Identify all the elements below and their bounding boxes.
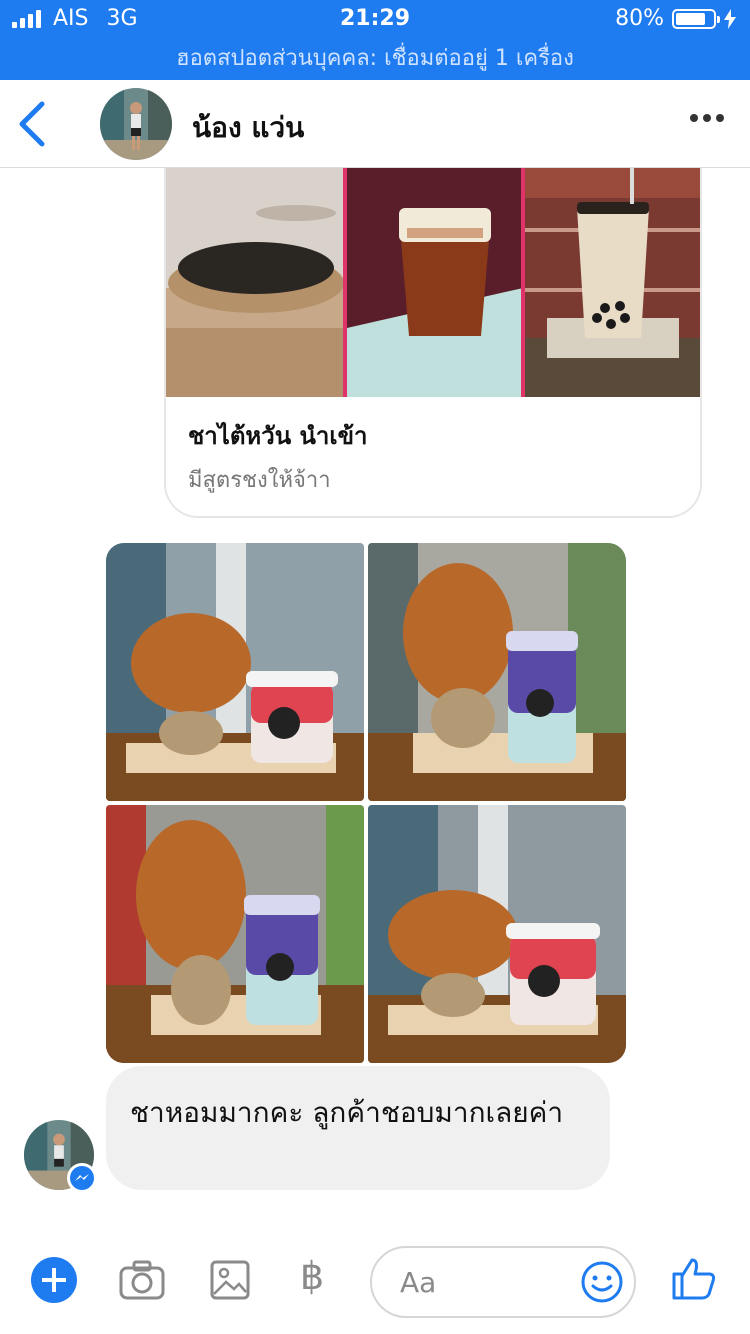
shared-post-card[interactable]: ชาไต้หวัน นำเข้า มีสูตรชงให้จ้าา (164, 168, 702, 518)
baht-icon: ฿ (300, 1254, 325, 1298)
message-input[interactable]: Aa (370, 1246, 636, 1318)
cheese-tea-image (346, 168, 522, 397)
payment-button[interactable]: ฿ (300, 1254, 324, 1298)
drink-photo-3[interactable] (106, 805, 364, 1063)
message-bubble[interactable]: ชาหอมมากคะ ลูกค้าชอบมากเลยค่า (106, 1066, 610, 1190)
chevron-left-icon (19, 101, 45, 147)
composer-bar: ฿ Aa (0, 1230, 750, 1334)
conversation-header: น้อง แว่น (0, 80, 750, 168)
add-button[interactable] (30, 1256, 78, 1308)
like-button[interactable] (670, 1254, 718, 1306)
bubble-tea-image (525, 168, 700, 397)
contact-avatar[interactable] (100, 88, 172, 160)
camera-icon (119, 1260, 165, 1300)
emoji-icon[interactable] (580, 1260, 624, 1304)
drink-photo-2[interactable] (368, 543, 626, 801)
message-input-placeholder: Aa (400, 1266, 437, 1299)
contact-name[interactable]: น้อง แว่น (192, 106, 304, 150)
thumbs-up-icon (672, 1258, 716, 1300)
messenger-badge-icon (67, 1163, 97, 1193)
battery-info: 80% (615, 6, 736, 31)
card-title: ชาไต้หวัน นำเข้า (188, 422, 368, 450)
battery-icon (672, 8, 720, 29)
hotspot-banner[interactable]: ฮอตสปอตส่วนบุคคล: เชื่อมต่ออยู่ 1 เครื่อ… (0, 40, 750, 80)
dot (703, 114, 711, 122)
back-button[interactable] (14, 100, 54, 148)
tea-leaves-image (166, 168, 343, 397)
card-subtitle: มีสูตรชงให้จ้าา (188, 468, 331, 493)
camera-button[interactable] (118, 1256, 166, 1308)
drink-photo-4[interactable] (368, 805, 626, 1063)
drink-photo-1[interactable] (106, 543, 364, 801)
gallery-button[interactable] (210, 1256, 250, 1308)
plus-circle-icon (31, 1257, 77, 1303)
status-bar: AIS 3G 21:29 80% (0, 0, 750, 40)
dot (690, 114, 698, 122)
charging-icon (724, 8, 736, 29)
battery-percent: 80% (615, 6, 664, 31)
image-icon (210, 1260, 250, 1300)
dot (716, 114, 724, 122)
more-options-button[interactable] (690, 114, 724, 122)
